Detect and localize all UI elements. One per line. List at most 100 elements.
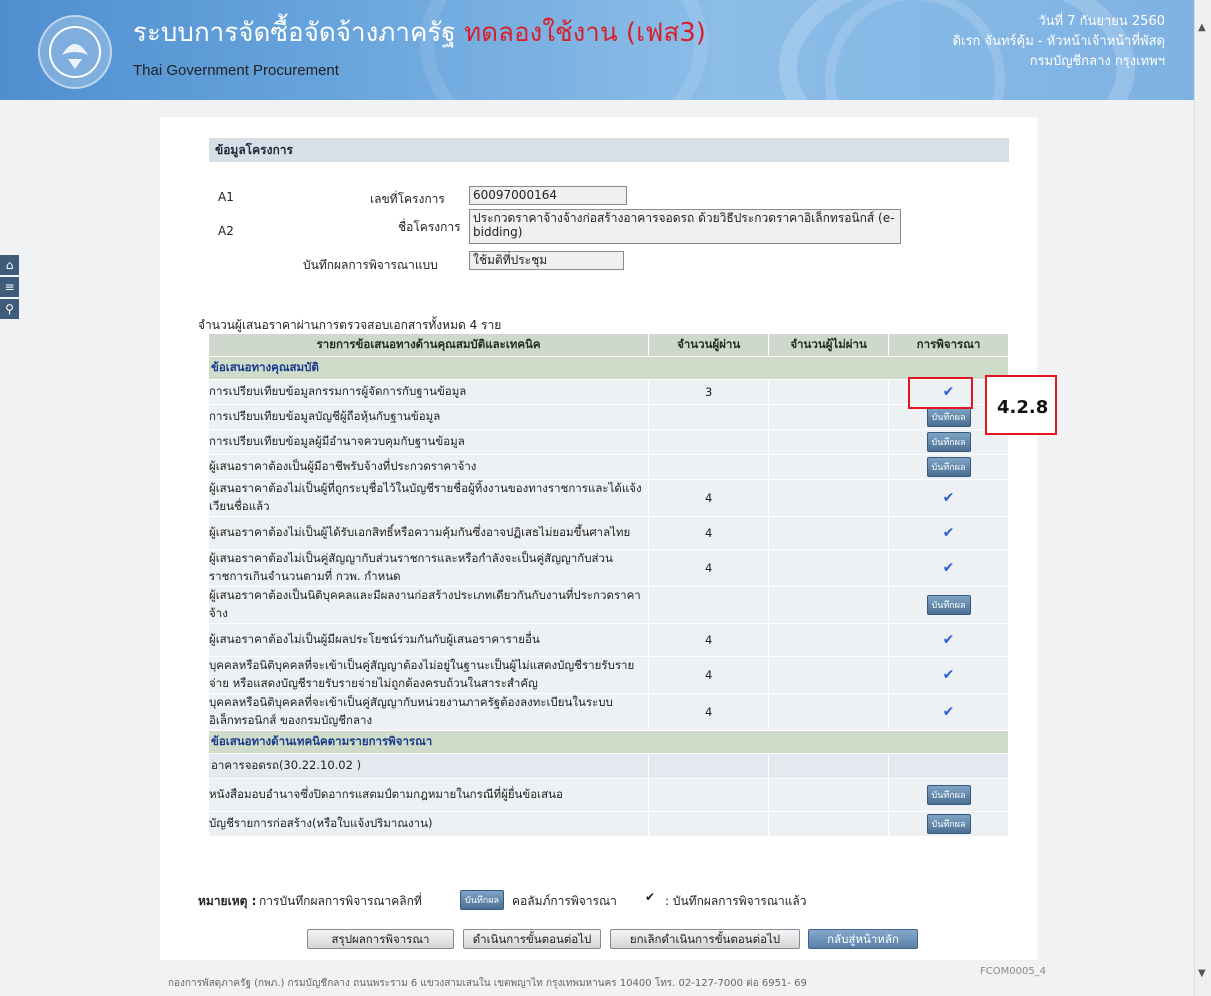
row-label: การเปรียบเทียบข้อมูลกรรมการผู้จัดการกับฐ… bbox=[209, 379, 650, 405]
pass-count: 3 bbox=[648, 379, 770, 405]
field-a2-label: ชื่อโครงการ bbox=[398, 220, 461, 234]
bidder-summary: จำนวนผู้เสนอราคาผ่านการตรวจสอบเอกสารทั้ง… bbox=[198, 318, 502, 332]
pass-count bbox=[648, 811, 770, 837]
app-title: ระบบการจัดซื้อจัดจ้างภาครัฐ ทดลองใช้งาน … bbox=[133, 12, 706, 53]
app-subtitle: Thai Government Procurement bbox=[133, 62, 339, 79]
row-label: ผู้เสนอราคาต้องไม่เป็นคู่สัญญากับส่วนราช… bbox=[209, 549, 650, 587]
fail-count bbox=[768, 479, 890, 517]
col-header-fail: จำนวนผู้ไม่ผ่าน bbox=[768, 334, 890, 357]
test-phase-label: ทดลองใช้งาน (เฟส3) bbox=[463, 18, 706, 48]
fail-count bbox=[768, 693, 890, 731]
home-icon[interactable]: ⌂ bbox=[0, 255, 19, 275]
row-label: การเปรียบเทียบข้อมูลผู้มีอำนาจควบคุมกับฐ… bbox=[209, 429, 650, 455]
table-row: บุคคลหรือนิติบุคคลที่จะเข้าเป็นคู่สัญญาต… bbox=[209, 656, 1009, 694]
pass-count: 4 bbox=[648, 693, 770, 731]
table-row: ผู้เสนอราคาต้องไม่เป็นผู้มีผลประโยชน์ร่ว… bbox=[209, 623, 1009, 657]
callout-highlight bbox=[908, 377, 973, 409]
checkmark-icon[interactable]: ✔ bbox=[943, 560, 955, 576]
record-result-button[interactable]: บันทึกผล bbox=[926, 785, 971, 805]
fail-count bbox=[768, 516, 890, 550]
pass-count bbox=[648, 454, 770, 480]
section-qualification: ข้อเสนอทางคุณสมบัติ bbox=[209, 356, 1009, 380]
table-row: ผู้เสนอราคาต้องเป็นนิติบุคคลและมีผลงานก่… bbox=[209, 586, 1009, 624]
checkmark-icon[interactable]: ✔ bbox=[943, 525, 955, 541]
check-icon: ✔ bbox=[645, 890, 656, 904]
row-label: ผู้เสนอราคาต้องเป็นผู้มีอาชีพรับจ้างที่ป… bbox=[209, 454, 650, 480]
fail-count bbox=[768, 778, 890, 812]
record-result-button[interactable]: บันทึกผล bbox=[926, 457, 971, 477]
row-label: ผู้เสนอราคาต้องไม่เป็นผู้มีผลประโยชน์ร่ว… bbox=[209, 623, 650, 657]
scroll-up-icon[interactable]: ▲ bbox=[1198, 22, 1206, 33]
row-label: การเปรียบเทียบข้อมูลบัญชีผู้ถือหุ้นกับฐา… bbox=[209, 404, 650, 430]
subsection-parking: อาคารจอดรถ(30.22.10.02 ) bbox=[209, 753, 650, 779]
mode-field: ใช้มติที่ประชุม bbox=[469, 251, 624, 270]
field-a1-label: เลขที่โครงการ bbox=[370, 192, 445, 206]
pass-count bbox=[648, 429, 770, 455]
cancel-next-step-button[interactable]: ยกเลิกดำเนินการขั้นตอนต่อไป bbox=[610, 929, 800, 949]
fail-count bbox=[768, 454, 890, 480]
fail-count bbox=[768, 811, 890, 837]
app-title-main: ระบบการจัดซื้อจัดจ้างภาครัฐ bbox=[133, 18, 456, 48]
table-row: ผู้เสนอราคาต้องไม่เป็นผู้ได้รับเอกสิทธิ์… bbox=[209, 516, 1009, 550]
section-technical: ข้อเสนอทางด้านเทคนิคตามรายการพิจารณา bbox=[209, 730, 1009, 754]
user-org: กรมบัญชีกลาง กรุงเทพฯ bbox=[1029, 54, 1165, 69]
summary-button[interactable]: สรุปผลการพิจารณา bbox=[307, 929, 454, 949]
note-text3: : บันทึกผลการพิจารณาแล้ว bbox=[665, 894, 807, 908]
checkmark-icon[interactable]: ✔ bbox=[943, 490, 955, 506]
note-text1: การบันทึกผลการพิจารณาคลิกที่ bbox=[259, 894, 422, 908]
project-name-field: ประกวดราคาจ้างจ้างก่อสร้างอาคารจอดรถ ด้ว… bbox=[469, 209, 901, 244]
table-row: การเปรียบเทียบข้อมูลกรรมการผู้จัดการกับฐ… bbox=[209, 379, 1009, 405]
vertical-scrollbar[interactable]: ▲ ▼ bbox=[1194, 0, 1211, 996]
record-result-button[interactable]: บันทึกผล bbox=[926, 432, 971, 452]
checkmark-icon[interactable]: ✔ bbox=[943, 632, 955, 648]
pass-count: 4 bbox=[648, 516, 770, 550]
scroll-down-icon[interactable]: ▼ bbox=[1198, 968, 1206, 979]
record-result-button[interactable]: บันทึกผล bbox=[926, 814, 971, 834]
row-label: หนังสือมอบอำนาจซึ่งปิดอากรแสตมป์ตามกฎหมา… bbox=[209, 778, 650, 812]
table-row: ผู้เสนอราคาต้องไม่เป็นคู่สัญญากับส่วนราช… bbox=[209, 549, 1009, 587]
footer-address: กองการพัสดุภาครัฐ (กพภ.) กรมบัญชีกลาง ถน… bbox=[168, 978, 807, 989]
pass-count: 4 bbox=[648, 549, 770, 587]
fail-count bbox=[768, 549, 890, 587]
back-home-button[interactable]: กลับสู่หน้าหลัก bbox=[808, 929, 918, 949]
pass-count bbox=[648, 778, 770, 812]
fail-count bbox=[768, 404, 890, 430]
checkmark-icon[interactable]: ✔ bbox=[943, 704, 955, 720]
fail-count bbox=[768, 656, 890, 694]
menu-icon[interactable]: ≡ bbox=[0, 277, 19, 297]
table-row: หนังสือมอบอำนาจซึ่งปิดอากรแสตมป์ตามกฎหมา… bbox=[209, 778, 1009, 812]
user-name: ดิเรก จันทร์คุ้ม - หัวหน้าเจ้าหน้าที่พัส… bbox=[952, 34, 1165, 49]
section-title: ข้อมูลโครงการ bbox=[209, 138, 1009, 162]
row-label: บุคคลหรือนิติบุคคลที่จะเข้าเป็นคู่สัญญาต… bbox=[209, 656, 650, 694]
pass-count bbox=[648, 404, 770, 430]
fail-count bbox=[768, 586, 890, 624]
note-prefix: หมายเหตุ : bbox=[198, 894, 257, 908]
record-result-button[interactable]: บันทึกผล bbox=[926, 595, 971, 615]
app-header: ระบบการจัดซื้อจัดจ้างภาครัฐ ทดลองใช้งาน … bbox=[0, 0, 1195, 100]
pass-count: 4 bbox=[648, 656, 770, 694]
table-row: การเปรียบเทียบข้อมูลผู้มีอำนาจควบคุมกับฐ… bbox=[209, 429, 1009, 455]
side-toolbar: ⌂ ≡ ⚲ bbox=[0, 255, 19, 321]
field-a2-code: A2 bbox=[218, 224, 234, 238]
row-label: บัญชีรายการก่อสร้าง(หรือใบแจ้งปริมาณงาน) bbox=[209, 811, 650, 837]
checkmark-icon[interactable]: ✔ bbox=[943, 667, 955, 683]
row-label: บุคคลหรือนิติบุคคลที่จะเข้าเป็นคู่สัญญาก… bbox=[209, 693, 650, 731]
col-header-item: รายการข้อเสนอทางด้านคุณสมบัติและเทคนิค bbox=[209, 334, 650, 357]
record-result-button[interactable]: บันทึกผล bbox=[926, 407, 971, 427]
search-icon[interactable]: ⚲ bbox=[0, 299, 19, 319]
project-number-field: 60097000164 bbox=[469, 186, 627, 205]
page-code: FCOM0005_4 bbox=[980, 966, 1047, 977]
department-logo bbox=[38, 15, 112, 89]
pass-count: 4 bbox=[648, 623, 770, 657]
table-row: ผู้เสนอราคาต้องเป็นผู้มีอาชีพรับจ้างที่ป… bbox=[209, 454, 1009, 480]
fail-count bbox=[768, 623, 890, 657]
current-date: วันที่ 7 กันยายน 2560 bbox=[1038, 14, 1165, 29]
pass-count: 4 bbox=[648, 479, 770, 517]
note-sample-button: บันทึกผล bbox=[460, 890, 505, 910]
mode-label: บันทึกผลการพิจารณาแบบ bbox=[303, 258, 438, 272]
row-label: ผู้เสนอราคาต้องไม่เป็นผู้ที่ถูกระบุชื่อไ… bbox=[209, 479, 650, 517]
col-header-action: การพิจารณา bbox=[888, 334, 1009, 357]
callout-label: 4.2.8 bbox=[997, 397, 1049, 418]
table-row: บุคคลหรือนิติบุคคลที่จะเข้าเป็นคู่สัญญาก… bbox=[209, 693, 1009, 731]
next-step-button[interactable]: ดำเนินการขั้นตอนต่อไป bbox=[463, 929, 601, 949]
